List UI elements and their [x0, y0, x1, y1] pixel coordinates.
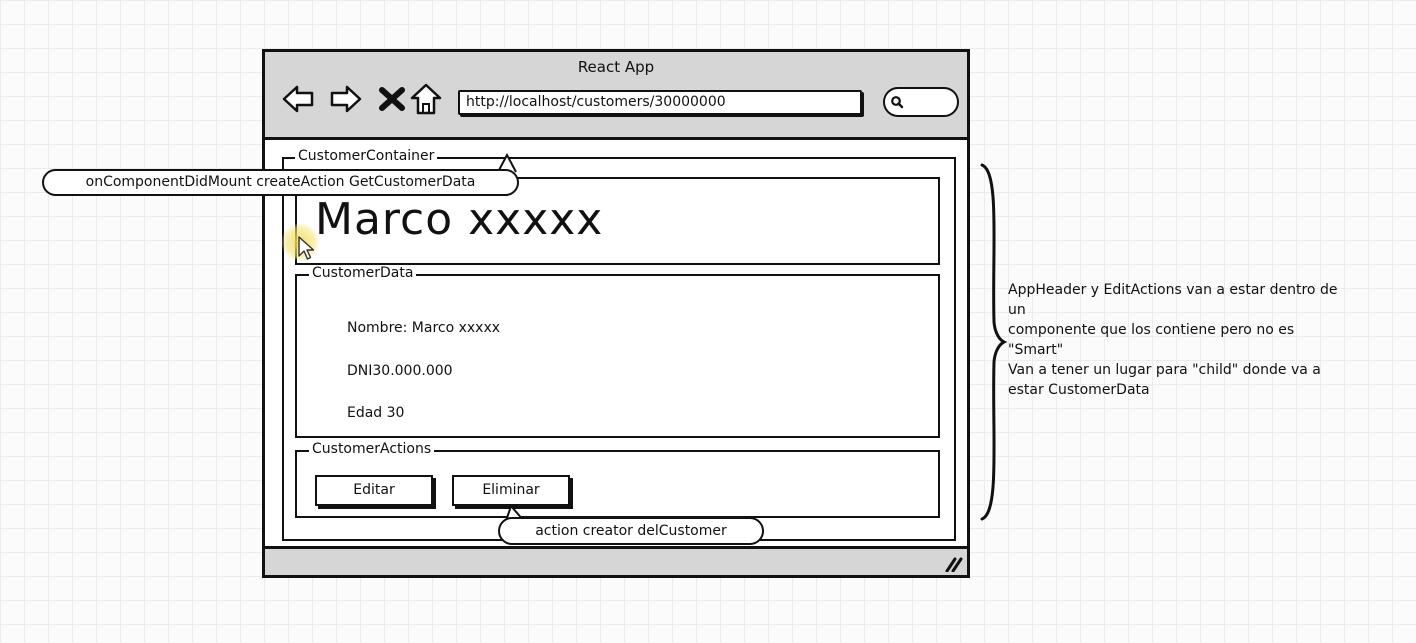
- delete-button[interactable]: Eliminar: [452, 475, 570, 506]
- home-icon[interactable]: [409, 82, 443, 116]
- customer-nombre: Nombre: Marco xxxxx: [347, 320, 501, 336]
- browser-toolbar: React App http://localhost/customers/300…: [265, 52, 967, 140]
- callout-delete: action creator delCustomer: [498, 517, 764, 545]
- resize-grip-icon[interactable]: [945, 556, 963, 572]
- side-note-line: Van a tener un lugar para "child" donde …: [1008, 362, 1321, 378]
- brace-annotation: [980, 163, 1008, 521]
- browser-window: React App http://localhost/customers/300…: [262, 49, 970, 578]
- customer-data-label: CustomerData: [309, 265, 417, 281]
- customer-edad: Edad 30: [347, 405, 405, 421]
- address-bar[interactable]: http://localhost/customers/30000000: [458, 90, 862, 115]
- callout-mount: onComponentDidMount createAction GetCust…: [42, 169, 519, 196]
- customer-actions-label: CustomerActions: [309, 441, 435, 457]
- mouse-pointer-icon: [298, 236, 315, 260]
- search-icon: [891, 96, 904, 109]
- side-note: AppHeader y EditActions van a estar dent…: [1008, 280, 1378, 400]
- window-title: React App: [577, 58, 655, 76]
- side-note-line: componente que los contiene pero no es: [1008, 322, 1295, 338]
- side-note-line: un: [1008, 302, 1026, 318]
- close-icon[interactable]: [375, 82, 409, 116]
- arrow-left-icon[interactable]: [281, 82, 315, 116]
- side-note-line: "Smart": [1008, 342, 1064, 358]
- status-bar: [265, 546, 967, 575]
- search-box[interactable]: [883, 87, 959, 117]
- customer-dni: DNI30.000.000: [347, 363, 453, 379]
- customer-name-heading: Marco xxxxx: [315, 194, 604, 245]
- customer-container-label: CustomerContainer: [295, 148, 438, 164]
- arrow-right-icon[interactable]: [329, 82, 363, 116]
- side-note-line: estar CustomerData: [1008, 382, 1150, 398]
- edit-button[interactable]: Editar: [315, 475, 433, 506]
- side-note-line: AppHeader y EditActions van a estar dent…: [1008, 282, 1338, 298]
